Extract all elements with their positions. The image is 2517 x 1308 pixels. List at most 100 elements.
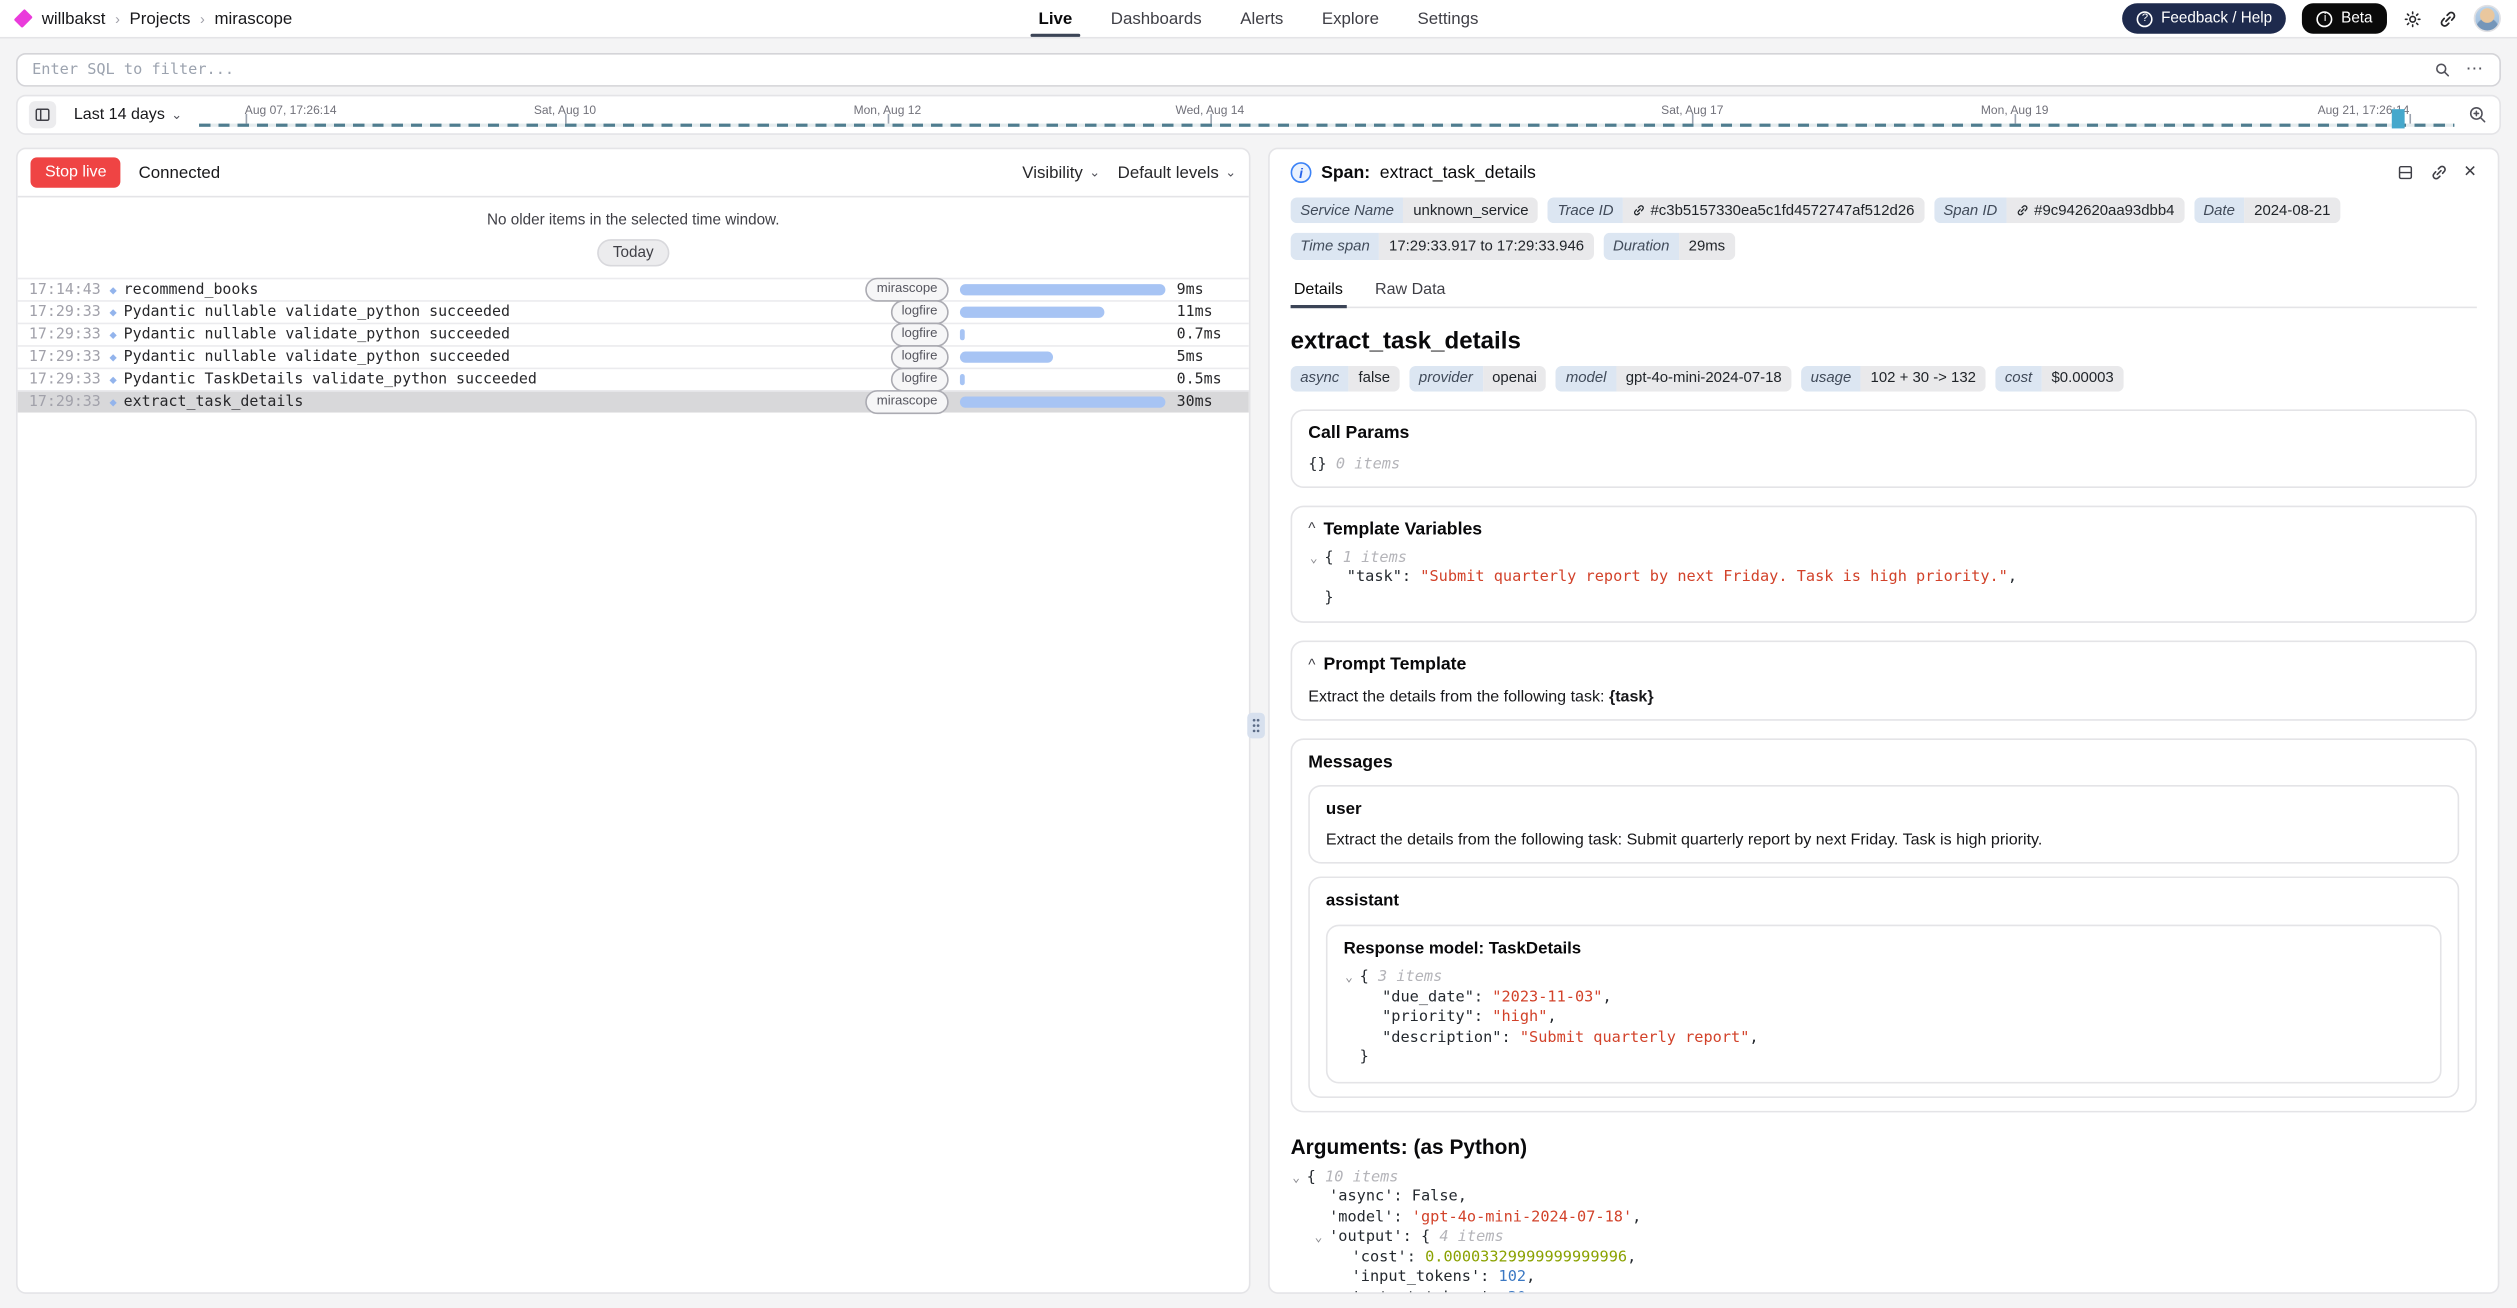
log-row[interactable]: 17:14:43◆recommend_booksmirascope9ms xyxy=(18,278,1249,300)
tab-dashboards[interactable]: Dashboards xyxy=(1111,0,1202,37)
json-colon: : xyxy=(1474,989,1492,1007)
json-key: 'cost' xyxy=(1352,1249,1407,1267)
stop-live-button[interactable]: Stop live xyxy=(30,157,120,187)
search-icon[interactable] xyxy=(2434,61,2452,79)
log-scope-tag: logfire xyxy=(890,301,948,324)
json-value: "high" xyxy=(1492,1009,1547,1027)
span-info-icon: i xyxy=(1291,162,1312,183)
json-value: 30 xyxy=(1508,1289,1526,1294)
json-line: } xyxy=(1344,1049,2424,1069)
json-value: "2023-11-03" xyxy=(1492,989,1602,1007)
sidebar-toggle-button[interactable] xyxy=(29,101,56,128)
json-expand-icon[interactable]: ⌄ xyxy=(1345,969,1359,989)
close-icon[interactable]: ✕ xyxy=(2463,164,2476,182)
user-avatar[interactable] xyxy=(2474,5,2501,32)
json-line[interactable]: ⌄'output': { 4 items xyxy=(1291,1229,2477,1249)
json-expand-icon[interactable]: ⌄ xyxy=(1315,1229,1329,1249)
default-levels-dropdown[interactable]: Default levels ⌄ xyxy=(1118,163,1236,182)
tab-explore[interactable]: Explore xyxy=(1322,0,1379,37)
copy-link-icon[interactable] xyxy=(2430,164,2448,182)
chevron-down-icon: ⌄ xyxy=(171,108,182,121)
duration-bar xyxy=(960,374,964,385)
json-line: } xyxy=(1308,589,2459,609)
badge-label: Date xyxy=(2194,197,2245,223)
breadcrumb-item-Projects[interactable]: Projects xyxy=(130,9,191,28)
breadcrumb-item-willbakst[interactable]: willbakst xyxy=(42,9,106,28)
json-open-brace: { xyxy=(1360,969,1369,987)
visibility-label: Visibility xyxy=(1022,163,1083,182)
logfire-logo-icon xyxy=(14,9,33,28)
split-view-icon[interactable] xyxy=(2396,164,2414,182)
json-line[interactable]: ⌄{ 3 items xyxy=(1344,969,2424,989)
sql-filter-wrap: ⋯ xyxy=(16,53,2501,87)
panel-resize-handle[interactable] xyxy=(1247,713,1265,739)
tab-live[interactable]: Live xyxy=(1039,0,1073,37)
beta-button[interactable]: i Beta xyxy=(2303,3,2387,33)
json-key: 'async' xyxy=(1329,1188,1393,1206)
time-range-dropdown[interactable]: Last 14 days ⌄ xyxy=(69,106,187,124)
log-row[interactable]: 17:29:33◆extract_task_detailsmirascope30… xyxy=(18,390,1249,412)
span-tab-details[interactable]: Details xyxy=(1291,275,1347,305)
timeline-tick-mark xyxy=(565,114,567,124)
json-value: 102 xyxy=(1499,1269,1527,1287)
span-diamond-icon: ◆ xyxy=(103,372,124,386)
json-line[interactable]: ⌄{ 10 items xyxy=(1291,1168,2477,1188)
timeline-selection[interactable] xyxy=(2391,109,2404,128)
log-row[interactable]: 17:29:33◆Pydantic TaskDetails validate_p… xyxy=(18,368,1249,390)
json-comma: , xyxy=(2008,569,2017,587)
json-comma: , xyxy=(1749,1029,1758,1047)
breadcrumb: willbakst›Projects›mirascope xyxy=(42,9,293,28)
log-row[interactable]: 17:29:33◆Pydantic nullable validate_pyth… xyxy=(18,345,1249,367)
message-content: Extract the details from the following t… xyxy=(1326,832,2442,850)
json-key: "description" xyxy=(1382,1029,1501,1047)
template-variables-toggle[interactable]: ^ Template Variables xyxy=(1308,520,2459,539)
badge-label: usage xyxy=(1801,365,1861,391)
breadcrumb-item-mirascope[interactable]: mirascope xyxy=(214,9,292,28)
message-role: assistant xyxy=(1326,892,2442,911)
json-line[interactable]: ⌄{ 1 items xyxy=(1308,549,2459,569)
json-colon: : xyxy=(1403,1229,1421,1247)
log-message: Pydantic nullable validate_python succee… xyxy=(124,303,798,321)
log-row[interactable]: 17:29:33◆Pydantic nullable validate_pyth… xyxy=(18,323,1249,345)
span-diamond-icon: ◆ xyxy=(103,283,124,297)
tab-settings[interactable]: Settings xyxy=(1418,0,1479,37)
feedback-help-button[interactable]: ? Feedback / Help xyxy=(2123,3,2287,33)
meta-badge-model: modelgpt-4o-mini-2024-07-18 xyxy=(1556,365,1791,391)
json-expand-icon[interactable]: ⌄ xyxy=(1310,549,1324,569)
json-open-brace: { xyxy=(1324,549,1333,567)
badge-label: Time span xyxy=(1291,233,1380,259)
json-line: 'cost': 0.00003329999999999996, xyxy=(1291,1249,2477,1269)
message-role: user xyxy=(1326,800,2442,819)
json-colon: : xyxy=(1489,1289,1507,1294)
timeline[interactable]: Aug 07, 17:26:14Sat, Aug 10Mon, Aug 12We… xyxy=(200,96,2455,133)
theme-toggle-icon[interactable] xyxy=(2403,9,2422,28)
share-link-icon[interactable] xyxy=(2438,9,2457,28)
zoom-in-icon[interactable] xyxy=(2467,104,2488,125)
json-value: 0.00003329999999999996 xyxy=(1425,1249,1627,1267)
json-key: 'output' xyxy=(1329,1229,1402,1247)
empty-object-symbol: {} xyxy=(1308,456,1326,474)
json-comma: , xyxy=(1547,1009,1556,1027)
more-options-icon[interactable]: ⋯ xyxy=(2466,61,2485,79)
visibility-dropdown[interactable]: Visibility ⌄ xyxy=(1022,163,1100,182)
top-actions: ? Feedback / Help i Beta xyxy=(2123,3,2501,33)
json-expand-icon[interactable]: ⌄ xyxy=(1292,1168,1306,1188)
json-colon: : xyxy=(1480,1269,1498,1287)
beta-label: Beta xyxy=(2341,10,2372,28)
prompt-template-toggle[interactable]: ^ Prompt Template xyxy=(1308,656,2459,675)
chain-link-icon[interactable] xyxy=(2017,204,2030,217)
tab-alerts[interactable]: Alerts xyxy=(1240,0,1283,37)
items-count-note: 0 items xyxy=(1336,456,1400,474)
log-row[interactable]: 17:29:33◆Pydantic nullable validate_pyth… xyxy=(18,300,1249,322)
badge-label: Span ID xyxy=(1934,197,2007,223)
span-panel-header: i Span: extract_task_details ✕ xyxy=(1291,162,2477,183)
json-key: "task" xyxy=(1347,569,1402,587)
json-line: 'output_tokens': 30, xyxy=(1291,1289,2477,1294)
chain-link-icon[interactable] xyxy=(1633,204,1646,217)
timeline-tick-mark xyxy=(1692,114,1694,124)
json-key: "due_date" xyxy=(1382,989,1474,1007)
today-chip[interactable]: Today xyxy=(597,239,670,266)
duration-bar xyxy=(960,396,1165,407)
sql-filter-input[interactable] xyxy=(32,61,2419,79)
span-tab-raw-data[interactable]: Raw Data xyxy=(1372,275,1449,305)
